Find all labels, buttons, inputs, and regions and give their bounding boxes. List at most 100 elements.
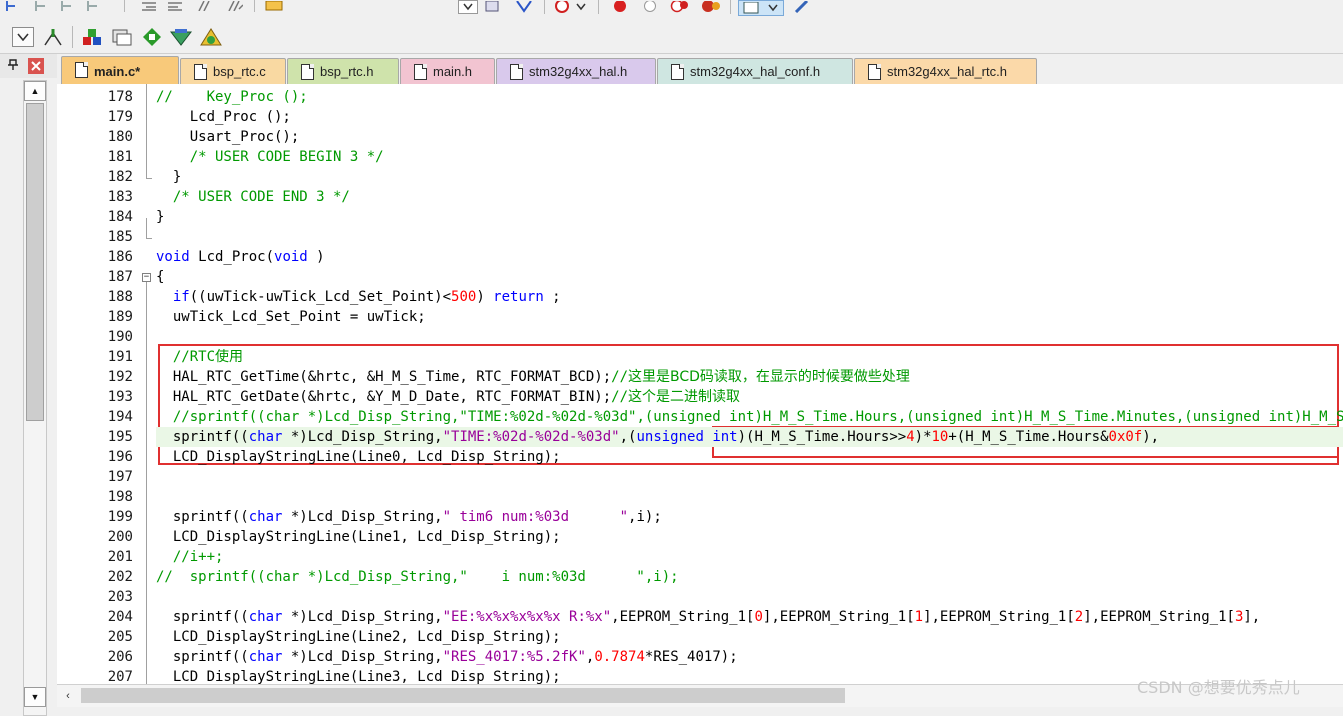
project-panel-scrollbar[interactable]: ▲ ▼ bbox=[23, 80, 47, 716]
code-text[interactable]: } bbox=[156, 207, 164, 227]
next-bookmark-icon[interactable] bbox=[58, 0, 76, 12]
code-line[interactable]: 181 /* USER CODE BEGIN 3 */ bbox=[57, 147, 1343, 167]
code-line[interactable]: 205 LCD_DisplayStringLine(Line2, Lcd_Dis… bbox=[57, 627, 1343, 647]
code-line[interactable]: 206 sprintf((char *)Lcd_Disp_String,"RES… bbox=[57, 647, 1343, 667]
manage-rte-icon[interactable] bbox=[168, 26, 194, 48]
disable-breakpoint-icon[interactable] bbox=[640, 0, 660, 14]
bookmark-icon[interactable] bbox=[4, 0, 22, 12]
code-text[interactable]: HAL_RTC_GetDate(&hrtc, &Y_M_D_Date, RTC_… bbox=[156, 387, 740, 407]
comment-icon[interactable] bbox=[196, 0, 214, 12]
code-line[interactable]: 179 Lcd_Proc (); bbox=[57, 107, 1343, 127]
clear-bookmarks-icon[interactable] bbox=[84, 0, 102, 12]
code-text[interactable]: sprintf((char *)Lcd_Disp_String,"EE:%x%x… bbox=[156, 607, 1260, 627]
code-text[interactable]: //i++; bbox=[156, 547, 224, 567]
code-line[interactable]: 200 LCD_DisplayStringLine(Line1, Lcd_Dis… bbox=[57, 527, 1343, 547]
code-line[interactable]: 203 bbox=[57, 587, 1343, 607]
code-text[interactable]: if((uwTick-uwTick_Lcd_Set_Point)<500) re… bbox=[156, 287, 561, 307]
target-options-icon[interactable] bbox=[40, 26, 66, 48]
debug-session-icon[interactable] bbox=[552, 0, 588, 14]
code-text[interactable]: //sprintf((char *)Lcd_Disp_String,"TIME:… bbox=[156, 407, 1343, 427]
tab-main-h[interactable]: main.h bbox=[400, 58, 495, 84]
code-text[interactable]: // sprintf((char *)Lcd_Disp_String," i n… bbox=[156, 567, 679, 587]
code-text[interactable]: // Key_Proc (); bbox=[156, 87, 308, 107]
editor-tab-bar: main.c* bsp_rtc.c bsp_rtc.h main.h stm32… bbox=[57, 54, 1343, 85]
code-text[interactable]: LCD_DisplayStringLine(Line1, Lcd_Disp_St… bbox=[156, 527, 561, 547]
code-line[interactable]: 192 HAL_RTC_GetTime(&hrtc, &H_M_S_Time, … bbox=[57, 367, 1343, 387]
code-text[interactable]: HAL_RTC_GetTime(&hrtc, &H_M_S_Time, RTC_… bbox=[156, 367, 910, 387]
code-line[interactable]: 184} bbox=[57, 207, 1343, 227]
prev-bookmark-icon[interactable] bbox=[32, 0, 50, 12]
code-line[interactable]: 204 sprintf((char *)Lcd_Disp_String,"EE:… bbox=[57, 607, 1343, 627]
software-packs-icon[interactable] bbox=[198, 26, 224, 48]
find-dropdown-icon[interactable] bbox=[458, 0, 478, 14]
tab-bsp-rtc-h[interactable]: bsp_rtc.h bbox=[287, 58, 399, 84]
code-line[interactable]: 178 // Key_Proc (); bbox=[57, 87, 1343, 107]
tab-bsp-rtc-c[interactable]: bsp_rtc.c bbox=[180, 58, 286, 84]
code-text[interactable]: { bbox=[156, 267, 164, 287]
code-line[interactable]: 187 { bbox=[57, 267, 1343, 287]
window-layout-icon[interactable] bbox=[738, 0, 784, 16]
code-line[interactable]: 196 LCD_DisplayStringLine(Line0, Lcd_Dis… bbox=[57, 447, 1343, 467]
close-panel-icon[interactable] bbox=[28, 58, 44, 74]
find-in-files-icon[interactable] bbox=[484, 0, 504, 14]
breakpoint-icon[interactable] bbox=[610, 0, 630, 14]
code-line[interactable]: 180 Usart_Proc(); bbox=[57, 127, 1343, 147]
code-text[interactable]: sprintf((char *)Lcd_Disp_String,"RES_401… bbox=[156, 647, 738, 667]
incremental-find-icon[interactable] bbox=[512, 0, 536, 14]
code-line[interactable]: 191 //RTC使用 bbox=[57, 347, 1343, 367]
code-line[interactable]: 193 HAL_RTC_GetDate(&hrtc, &Y_M_D_Date, … bbox=[57, 387, 1343, 407]
code-line[interactable]: 197 bbox=[57, 467, 1343, 487]
configure-icon[interactable] bbox=[792, 0, 816, 14]
tab-main-c[interactable]: main.c* bbox=[61, 56, 179, 85]
code-line[interactable]: 195 sprintf((char *)Lcd_Disp_String,"TIM… bbox=[57, 427, 1343, 447]
code-line[interactable]: 185 bbox=[57, 227, 1343, 247]
code-line[interactable]: 198 bbox=[57, 487, 1343, 507]
target-dropdown-icon[interactable] bbox=[12, 27, 34, 47]
uncomment-icon[interactable] bbox=[226, 0, 244, 12]
scroll-up-arrow-icon[interactable]: ▲ bbox=[24, 81, 46, 101]
tab-stm32g4xx-hal-conf-h[interactable]: stm32g4xx_hal_conf.h bbox=[657, 58, 853, 84]
code-text[interactable]: /* USER CODE BEGIN 3 */ bbox=[156, 147, 384, 167]
code-line[interactable]: 201 //i++; bbox=[57, 547, 1343, 567]
pin-icon[interactable] bbox=[6, 58, 20, 72]
scroll-left-arrow-icon[interactable]: ‹ bbox=[59, 687, 77, 704]
code-text[interactable]: //RTC使用 bbox=[156, 347, 243, 367]
tab-stm32g4xx-hal-rtc-h[interactable]: stm32g4xx_hal_rtc.h bbox=[854, 58, 1037, 84]
pack-installer-icon[interactable] bbox=[140, 26, 164, 48]
code-text[interactable]: void Lcd_Proc(void ) bbox=[156, 247, 325, 267]
code-text[interactable]: uwTick_Lcd_Set_Point = uwTick; bbox=[156, 307, 426, 327]
horizontal-scroll-thumb[interactable] bbox=[81, 688, 845, 703]
manage-project-items-icon[interactable] bbox=[80, 26, 104, 48]
code-text[interactable]: } bbox=[156, 167, 181, 187]
code-line[interactable]: 189 uwTick_Lcd_Set_Point = uwTick; bbox=[57, 307, 1343, 327]
kill-breakpoints-icon[interactable] bbox=[698, 0, 724, 14]
open-file-icon[interactable] bbox=[264, 0, 286, 12]
code-text[interactable]: Lcd_Proc (); bbox=[156, 107, 291, 127]
code-line[interactable]: 188 if((uwTick-uwTick_Lcd_Set_Point)<500… bbox=[57, 287, 1343, 307]
code-line[interactable]: 199 sprintf((char *)Lcd_Disp_String," ti… bbox=[57, 507, 1343, 527]
code-text[interactable]: sprintf((char *)Lcd_Disp_String," tim6 n… bbox=[156, 507, 662, 527]
code-line[interactable]: 183 /* USER CODE END 3 */ bbox=[57, 187, 1343, 207]
tab-stm32g4xx-hal-h[interactable]: stm32g4xx_hal.h bbox=[496, 58, 656, 84]
code-line[interactable]: 186 void Lcd_Proc(void ) bbox=[57, 247, 1343, 267]
line-number: 187 bbox=[107, 269, 133, 285]
code-line[interactable]: 194 //sprintf((char *)Lcd_Disp_String,"T… bbox=[57, 407, 1343, 427]
select-packs-icon[interactable] bbox=[110, 26, 134, 48]
disable-all-breakpoints-icon[interactable] bbox=[668, 0, 692, 14]
scroll-down-arrow-icon[interactable]: ▼ bbox=[24, 687, 46, 707]
code-text[interactable]: sprintf((char *)Lcd_Disp_String,"TIME:%0… bbox=[156, 427, 1159, 447]
code-text[interactable]: LCD_DisplayStringLine(Line3, Lcd_Disp_St… bbox=[156, 667, 561, 684]
indent-icon[interactable] bbox=[140, 0, 158, 12]
code-text[interactable]: LCD_DisplayStringLine(Line0, Lcd_Disp_St… bbox=[156, 447, 561, 467]
code-editor[interactable]: − 178// Key_Proc (); 179 Lcd_Proc (); 180 … bbox=[57, 84, 1343, 684]
code-text[interactable]: LCD_DisplayStringLine(Line2, Lcd_Disp_St… bbox=[156, 627, 561, 647]
file-icon bbox=[194, 64, 207, 80]
line-number: 202 bbox=[107, 569, 133, 585]
unindent-icon[interactable] bbox=[166, 0, 184, 12]
code-text[interactable]: Usart_Proc(); bbox=[156, 127, 300, 147]
code-line[interactable]: 202 // sprintf((char *)Lcd_Disp_String," … bbox=[57, 567, 1343, 587]
code-line[interactable]: 190 bbox=[57, 327, 1343, 347]
scroll-thumb[interactable] bbox=[26, 103, 44, 421]
code-text[interactable]: /* USER CODE END 3 */ bbox=[156, 187, 350, 207]
code-line[interactable]: 182 } bbox=[57, 167, 1343, 187]
